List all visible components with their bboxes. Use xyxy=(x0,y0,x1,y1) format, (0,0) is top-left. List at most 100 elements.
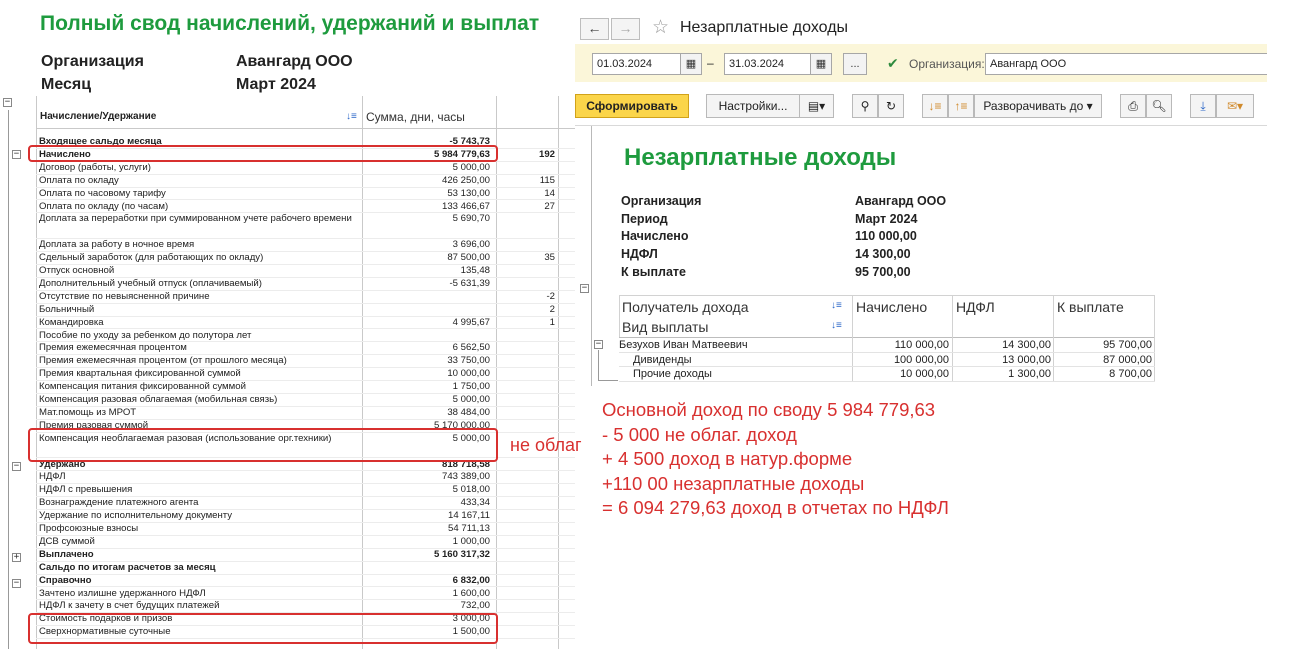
annotation-line: Основной доход по своду 5 984 779,63 xyxy=(602,399,936,420)
date-dash: – xyxy=(707,56,714,70)
report-row[interactable]: Вознаграждение платежного агента 433,34 xyxy=(36,497,575,511)
cell-payout: 95 700,00 xyxy=(1103,339,1152,351)
send-mail-icon[interactable]: ✉▾ xyxy=(1216,94,1254,118)
collapse-withheld-icon[interactable]: − xyxy=(12,462,21,471)
settings-button[interactable]: Настройки... xyxy=(706,94,800,118)
report-row[interactable]: Премия ежемесячная процентом 6 562,50 xyxy=(36,342,575,356)
report-row[interactable]: Командировка 4 995,67 1 xyxy=(36,317,575,330)
tree-rail xyxy=(8,110,9,649)
save-icon[interactable]: ⤓ xyxy=(1190,94,1216,118)
report-row[interactable]: Зачтено излишне удержанного НДФЛ 1 600,00 xyxy=(36,588,575,601)
report-row[interactable]: Оплата по окладу 426 250,00 115 xyxy=(36,175,575,188)
toolbar-separator xyxy=(575,125,1267,126)
report-row[interactable]: Доплата за переработки при суммированном… xyxy=(36,213,575,240)
print-icon[interactable]: ⎙ xyxy=(1120,94,1146,118)
field-label: Начислено xyxy=(621,229,689,244)
report-title: Незарплатные доходы xyxy=(624,144,897,171)
report-row[interactable]: Сальдо по итогам расчетов за месяц xyxy=(36,562,575,575)
expand-to-label: Разворачивать до xyxy=(983,99,1084,113)
cell-accrued: 110 000,00 xyxy=(894,339,949,351)
report-row[interactable]: ДСВ суммой 1 000,00 xyxy=(36,536,575,549)
report-row[interactable]: Сдельный заработок (для работающих по ок… xyxy=(36,252,575,265)
expand-to-dropdown[interactable]: Разворачивать до ▾ xyxy=(974,94,1102,118)
calendar-icon[interactable]: ▦ xyxy=(680,53,702,75)
sort-icon[interactable]: ↓≡ xyxy=(346,111,357,122)
date-to-field[interactable]: 31.03.2024 xyxy=(724,53,814,75)
report-row[interactable]: Премия ежемесячная процентом (от прошлог… xyxy=(36,355,575,369)
search-reset-icon[interactable]: ↻ xyxy=(878,94,904,118)
report-row[interactable]: Справочно 6 832,00 xyxy=(36,575,575,588)
field-value: Март 2024 xyxy=(855,211,918,226)
cell-ndfl: 13 000,00 xyxy=(1002,353,1051,366)
sort-descending-icon[interactable]: ↑≡ xyxy=(948,94,974,118)
expand-paid-icon[interactable]: + xyxy=(12,553,21,562)
report-row[interactable]: Оплата по часовому тарифу 53 130,00 14 xyxy=(36,188,575,201)
month-label: Месяц xyxy=(41,76,92,93)
row-amount: 5 690,70 xyxy=(452,213,490,225)
report-row[interactable]: Оплата по окладу (по часам) 133 466,67 27 xyxy=(36,201,575,214)
favorite-star-icon[interactable]: ☆ xyxy=(652,16,669,39)
report-row[interactable]: Дивиденды 100 000,00 13 000,00 87 000,00 xyxy=(575,353,1155,367)
sort-icon[interactable]: ↓≡ xyxy=(831,300,842,311)
column-header-sum[interactable]: Сумма, дни, часы xyxy=(366,110,465,124)
nonsalary-income-window: ← → ☆ Незарплатные доходы 01.03.2024 ▦ –… xyxy=(575,0,1302,649)
report-row[interactable]: Безухов Иван Матвеевич 110 000,00 14 300,0… xyxy=(575,338,1155,353)
search-icon[interactable]: ⚲ xyxy=(852,94,878,118)
cell-accrued: 10 000,00 xyxy=(900,368,949,380)
calendar-icon[interactable]: ▦ xyxy=(810,53,832,75)
field-value: 14 300,00 xyxy=(855,247,911,262)
report-row[interactable]: Компенсация питания фиксированной суммой… xyxy=(36,381,575,394)
report-row[interactable]: Отпуск основной 135,48 xyxy=(36,265,575,278)
report-row[interactable]: НДФЛ с превышения 5 018,00 xyxy=(36,484,575,498)
arrow-left-icon: ← xyxy=(587,20,602,36)
report-row[interactable]: Прочие доходы 10 000,00 1 300,00 8 700,00 xyxy=(575,367,1155,382)
column-header-payout[interactable]: К выплате xyxy=(1057,299,1124,315)
annotation-line: + 4 500 доход в натур.форме xyxy=(602,448,853,470)
collapse-all-icon[interactable]: − xyxy=(3,98,12,107)
generate-button[interactable]: Сформировать xyxy=(575,94,689,118)
report-row[interactable]: Премия квартальная фиксированной суммой 1… xyxy=(36,368,575,382)
organization-checkbox[interactable]: ✔ xyxy=(887,56,901,70)
print-preview-icon[interactable]: 🔍︎ xyxy=(1146,94,1172,118)
column-header-name[interactable]: Начисление/Удержание xyxy=(40,111,156,122)
summary-report-panel: Полный свод начислений, удержаний и выпл… xyxy=(0,0,575,649)
back-button[interactable]: ← xyxy=(580,18,609,40)
highlight-accrued xyxy=(28,145,498,162)
sort-icon[interactable]: ↓≡ xyxy=(831,320,842,331)
report-row[interactable]: Выплачено 5 160 317,32 xyxy=(36,549,575,562)
report-row[interactable]: Компенсация разовая облагаемая (мобильна… xyxy=(36,394,575,407)
date-from-field[interactable]: 01.03.2024 xyxy=(592,53,684,75)
report-row[interactable]: Мат.помощь из МРОТ 38 484,00 xyxy=(36,407,575,420)
variants-icon[interactable]: ▤▾ xyxy=(799,94,834,118)
column-header-recipient[interactable]: Получатель дохода xyxy=(622,299,749,315)
column-header-ndfl[interactable]: НДФЛ xyxy=(956,299,995,315)
report-row[interactable]: Доплата за работу в ночное время 3 696,00 xyxy=(36,239,575,253)
report-title: Полный свод начислений, удержаний и выпл… xyxy=(40,12,540,35)
organization-field[interactable]: Авангард ООО xyxy=(985,53,1267,75)
annotation-line: - 5 000 не облаг. доход xyxy=(602,423,797,445)
report-row[interactable]: Дополнительный учебный отпуск (оплачивае… xyxy=(36,278,575,291)
field-value: Авангард ООО xyxy=(855,194,947,208)
cell-name: Дивиденды xyxy=(633,353,692,366)
filter-bar: 01.03.2024 ▦ – 31.03.2024 ▦ ... ✔ Органи… xyxy=(575,44,1267,82)
arrow-right-icon: → xyxy=(618,20,633,36)
sort-ascending-icon[interactable]: ↓≡ xyxy=(922,94,948,118)
report-row[interactable]: НДФЛ к зачету в счет будущих платежей 732… xyxy=(36,600,575,614)
column-header-accrued[interactable]: Начислено xyxy=(856,299,927,315)
report-row[interactable]: Больничный 2 xyxy=(36,304,575,317)
period-select-button[interactable]: ... xyxy=(843,53,867,75)
report-row[interactable]: Профсоюзные взносы 54 711,13 xyxy=(36,523,575,536)
collapse-icon[interactable]: − xyxy=(580,284,589,293)
report-row[interactable]: НДФЛ 743 389,00 xyxy=(36,471,575,485)
toolbar: Сформировать Настройки... ▤▾ ⚲ ↻ ↓≡ ↑≡ Р… xyxy=(575,92,1267,120)
report-row[interactable]: Договор (работы, услуги) 5 000,00 xyxy=(36,162,575,175)
report-row[interactable]: Отсутствие по невыясненной причине -2 xyxy=(36,291,575,304)
cell-payout: 87 000,00 xyxy=(1103,353,1152,366)
report-row[interactable]: Удержание по исполнительному документу 14… xyxy=(36,510,575,523)
collapse-reference-icon[interactable]: − xyxy=(12,579,21,588)
report-row[interactable]: Пособие по уходу за ребенком до полутора… xyxy=(36,330,575,343)
column-header-paytype[interactable]: Вид выплаты xyxy=(622,319,708,335)
forward-button[interactable]: → xyxy=(611,18,640,40)
annotation-overflow: не облаг xyxy=(510,435,582,455)
collapse-accrued-icon[interactable]: − xyxy=(12,150,21,159)
